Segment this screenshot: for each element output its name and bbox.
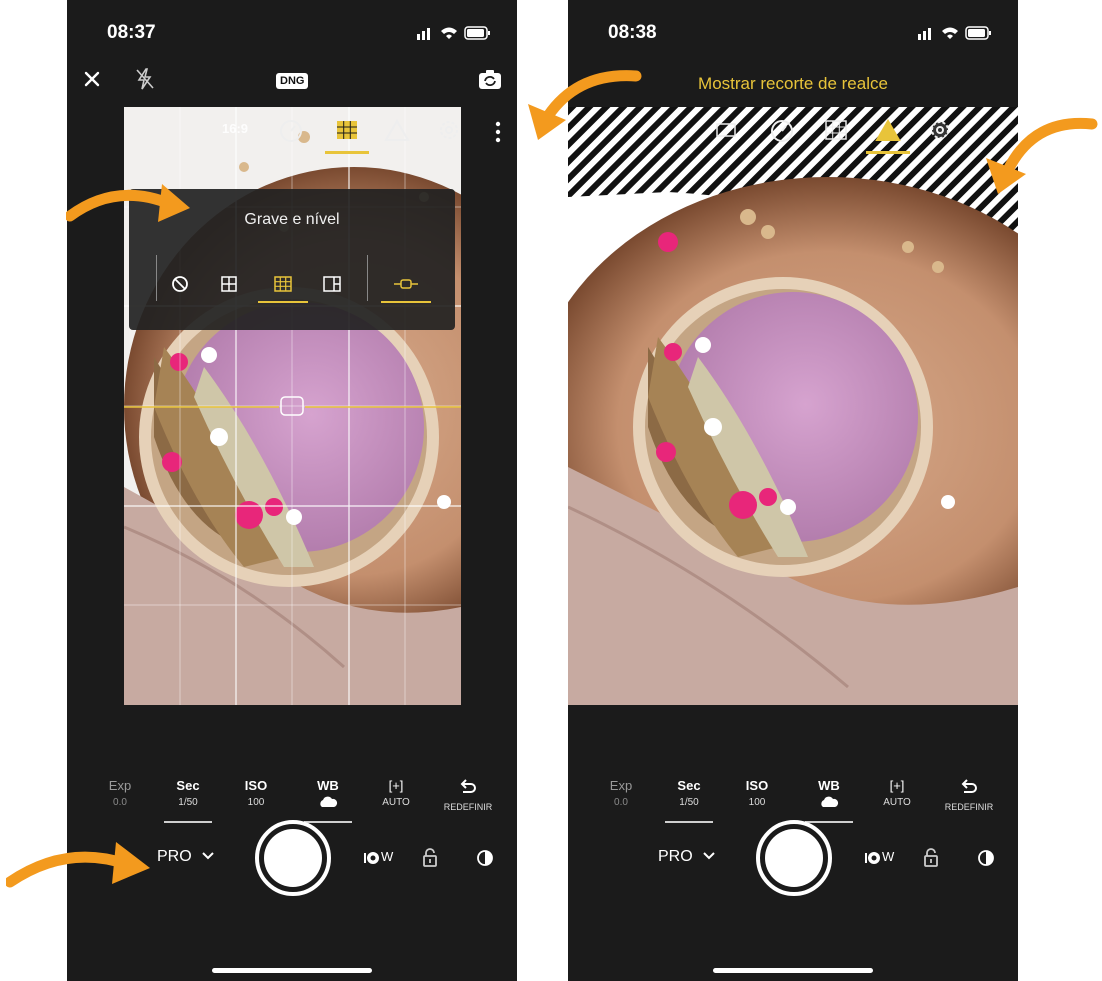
grid-active-underline	[325, 151, 369, 154]
shutter-inner	[765, 829, 823, 887]
level-icon[interactable]	[391, 269, 421, 299]
camera-toolbar: 16:9	[217, 114, 517, 160]
exposure-setting[interactable]: Exp 0.0	[586, 778, 656, 808]
status-icons	[417, 26, 490, 40]
capture-row: PRO W	[568, 818, 1018, 898]
annotation-arrow	[66, 184, 190, 222]
status-time: 08:37	[107, 22, 156, 43]
highlight-clipping-icon[interactable]	[870, 114, 906, 146]
camera-toolbar	[708, 114, 1008, 160]
gear-icon[interactable]	[431, 114, 467, 146]
close-icon[interactable]	[81, 68, 103, 90]
dng-badge[interactable]: DNG	[276, 73, 309, 89]
status-time: 08:38	[608, 22, 657, 43]
white-balance-setting[interactable]: WB	[293, 778, 363, 823]
gear-icon[interactable]	[922, 114, 958, 146]
grid-3x3-underline	[258, 301, 308, 303]
home-indicator	[713, 968, 873, 973]
home-indicator	[212, 968, 372, 973]
cloud-icon	[320, 796, 338, 807]
grid-icon[interactable]	[329, 114, 365, 146]
raw-drop-icon[interactable]	[475, 846, 495, 868]
annotation-arrow	[6, 842, 150, 888]
reset-icon	[961, 779, 977, 793]
lock-icon[interactable]	[421, 846, 439, 868]
status-icons	[918, 26, 991, 40]
panel-divider	[367, 255, 368, 301]
chevron-down-icon[interactable]	[201, 849, 215, 863]
lens-icon	[865, 851, 880, 864]
cloud-icon	[821, 796, 839, 807]
lock-icon[interactable]	[922, 846, 940, 868]
raw-drop-icon[interactable]	[976, 846, 996, 868]
reset-setting[interactable]: REDEFINIR	[934, 778, 1004, 812]
iso-setting[interactable]: ISO 100	[722, 778, 792, 808]
annotation-arrow	[528, 70, 642, 140]
flip-camera-icon[interactable]	[477, 68, 503, 92]
panel-divider	[156, 255, 157, 301]
exposure-setting[interactable]: Exp 0.0	[85, 778, 155, 808]
aspect-ratio-icon[interactable]	[708, 114, 744, 146]
reset-icon	[460, 779, 476, 793]
shutter-button[interactable]	[756, 820, 832, 896]
shutter-speed-setting[interactable]: Sec 1/50	[654, 778, 724, 823]
shutter-speed-setting[interactable]: Sec 1/50	[153, 778, 223, 823]
focus-setting[interactable]: [+] AUTO	[862, 778, 932, 808]
timer-icon[interactable]	[764, 114, 800, 146]
shutter-button[interactable]	[255, 820, 331, 896]
grid-3x3-icon[interactable]	[268, 269, 298, 299]
iso-setting[interactable]: ISO 100	[221, 778, 291, 808]
chevron-down-icon[interactable]	[702, 849, 716, 863]
lens-icon	[364, 851, 379, 864]
grid-2x2-icon[interactable]	[214, 269, 244, 299]
lens-switch[interactable]: W	[864, 849, 904, 869]
viewfinder-photo[interactable]	[568, 107, 1018, 705]
lens-switch[interactable]: W	[363, 849, 403, 869]
flash-off-icon[interactable]	[133, 66, 157, 92]
grid-golden-icon[interactable]	[317, 269, 347, 299]
white-balance-setting[interactable]: WB	[794, 778, 864, 823]
mode-selector[interactable]: PRO	[658, 848, 693, 866]
grid-icon[interactable]	[818, 114, 854, 146]
shutter-inner	[264, 829, 322, 887]
highlight-clipping-icon[interactable]	[379, 114, 415, 146]
more-vertical-icon[interactable]	[491, 118, 505, 146]
annotation-arrow	[986, 117, 1098, 194]
focus-setting[interactable]: [+] AUTO	[361, 778, 431, 808]
level-underline	[381, 301, 431, 303]
grid-none-icon[interactable]	[165, 269, 195, 299]
timer-icon[interactable]	[273, 114, 309, 146]
aspect-ratio-button[interactable]: 16:9	[217, 114, 253, 146]
mode-selector[interactable]: PRO	[157, 848, 192, 866]
clipping-active-underline	[866, 151, 910, 154]
phone-screen-highlight-clipping: 08:38 Mostrar recorte de realce Exp 0.0 …	[568, 0, 1018, 981]
reset-setting[interactable]: REDEFINIR	[433, 778, 503, 812]
